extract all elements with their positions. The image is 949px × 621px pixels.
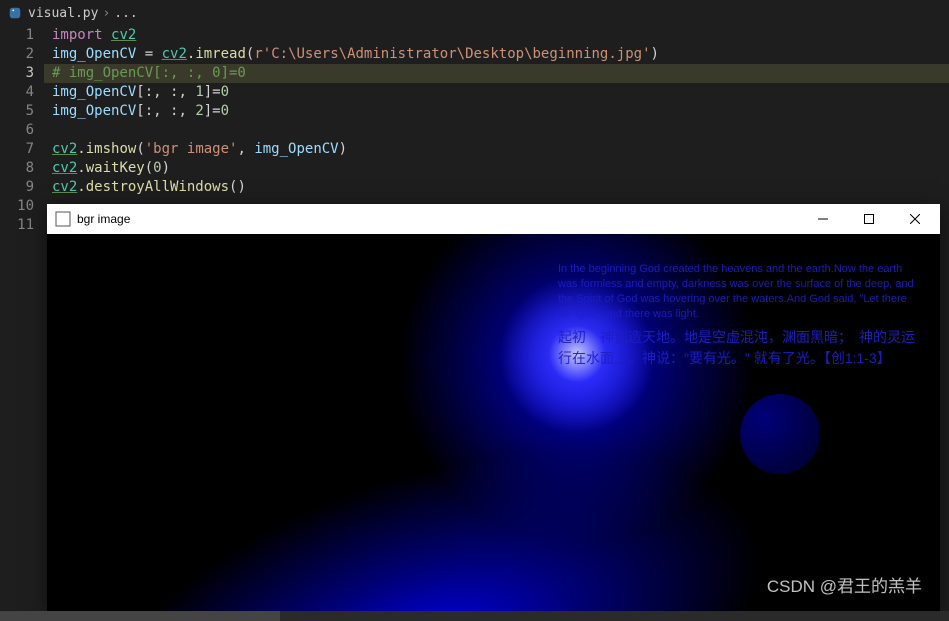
close-icon xyxy=(910,214,920,224)
code-line xyxy=(44,121,949,140)
breadcrumb-file[interactable]: visual.py xyxy=(28,6,98,21)
minimize-button[interactable] xyxy=(800,204,846,234)
code-line-active: # img_OpenCV[:, :, 0]=0 xyxy=(44,64,949,83)
maximize-icon xyxy=(864,214,874,224)
code-line: img_OpenCV[:, :, 1]=0 xyxy=(44,83,949,102)
chevron-right-icon: › xyxy=(102,6,110,21)
horizontal-scrollbar[interactable] xyxy=(0,611,949,621)
code-line: cv2.imshow('bgr image', img_OpenCV) xyxy=(44,140,949,159)
maximize-button[interactable] xyxy=(846,204,892,234)
code-line: img_OpenCV = cv2.imread(r'C:\Users\Admin… xyxy=(44,45,949,64)
overlay-text: In the beginning God created the heavens… xyxy=(558,262,918,369)
planet-shape xyxy=(740,394,820,474)
scrollbar-thumb[interactable] xyxy=(0,611,280,621)
python-file-icon xyxy=(8,6,22,20)
image-content: In the beginning God created the heavens… xyxy=(47,234,940,611)
code-line: img_OpenCV[:, :, 2]=0 xyxy=(44,102,949,121)
overlay-english: In the beginning God created the heavens… xyxy=(558,262,918,321)
breadcrumb-rest: ... xyxy=(114,6,137,21)
code-line: cv2.waitKey(0) xyxy=(44,159,949,178)
window-titlebar[interactable]: bgr image xyxy=(47,204,940,234)
code-line: cv2.destroyAllWindows() xyxy=(44,178,949,197)
code-line: import cv2 xyxy=(44,26,949,45)
breadcrumb[interactable]: visual.py › ... xyxy=(0,0,949,26)
line-number-gutter: 123 456 789 1011 xyxy=(0,26,44,235)
watermark: CSDN @君王的羔羊 xyxy=(767,572,922,597)
minimize-icon xyxy=(818,214,828,224)
window-title: bgr image xyxy=(77,212,800,226)
close-button[interactable] xyxy=(892,204,938,234)
overlay-chinese: 起初 神创造天地。地是空虚混沌，渊面黑暗； 神的灵运行在水面上。神说："要有光。… xyxy=(558,327,918,369)
image-window[interactable]: bgr image In the beginning God created t… xyxy=(47,204,940,611)
app-icon xyxy=(55,211,71,227)
